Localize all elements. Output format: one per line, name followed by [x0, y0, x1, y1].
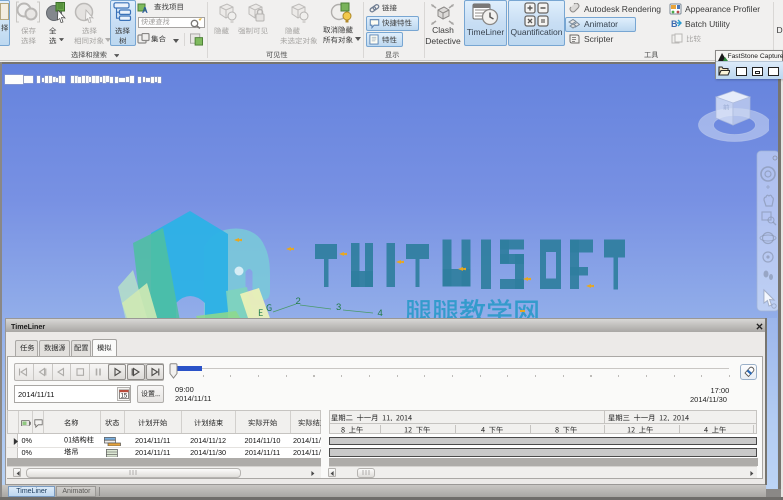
svg-text:15: 15: [120, 393, 127, 398]
svg-text:B: B: [671, 19, 678, 29]
svg-text:A: A: [142, 6, 148, 14]
